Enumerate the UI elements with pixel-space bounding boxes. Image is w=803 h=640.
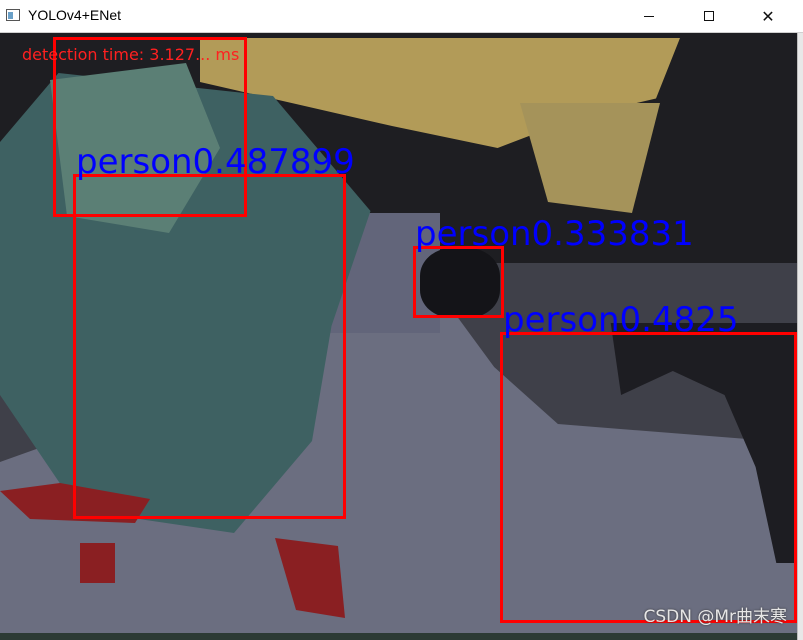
- app-icon[interactable]: [6, 9, 20, 21]
- close-button[interactable]: ✕: [745, 0, 791, 32]
- minimize-icon: [644, 15, 654, 17]
- window-title: YOLOv4+ENet: [28, 7, 121, 23]
- detection-box-person-3: [500, 332, 797, 623]
- minimize-button[interactable]: [626, 0, 672, 32]
- detection-label-1: person0.487899: [76, 142, 355, 182]
- background-window-bottom: [0, 633, 797, 640]
- close-icon: ✕: [761, 6, 775, 26]
- window-title-bar[interactable]: YOLOv4+ENet ✕: [0, 0, 803, 33]
- maximize-icon: [704, 11, 714, 21]
- watermark-text: CSDN @Mr曲末寒: [643, 607, 787, 627]
- detection-label-2: person0.333831: [415, 214, 694, 254]
- detection-box-person-2: [413, 246, 504, 318]
- background-window-edge: [797, 33, 803, 640]
- segmentation-frame: detection time: 3.127... ms person0.4878…: [0, 33, 797, 633]
- maximize-button[interactable]: [686, 0, 732, 32]
- segment-red-small: [80, 543, 115, 583]
- detection-label-3: person0.4825: [503, 300, 739, 340]
- detection-box-person-1: [73, 174, 346, 519]
- detection-time-text: detection time: 3.127... ms: [22, 45, 240, 64]
